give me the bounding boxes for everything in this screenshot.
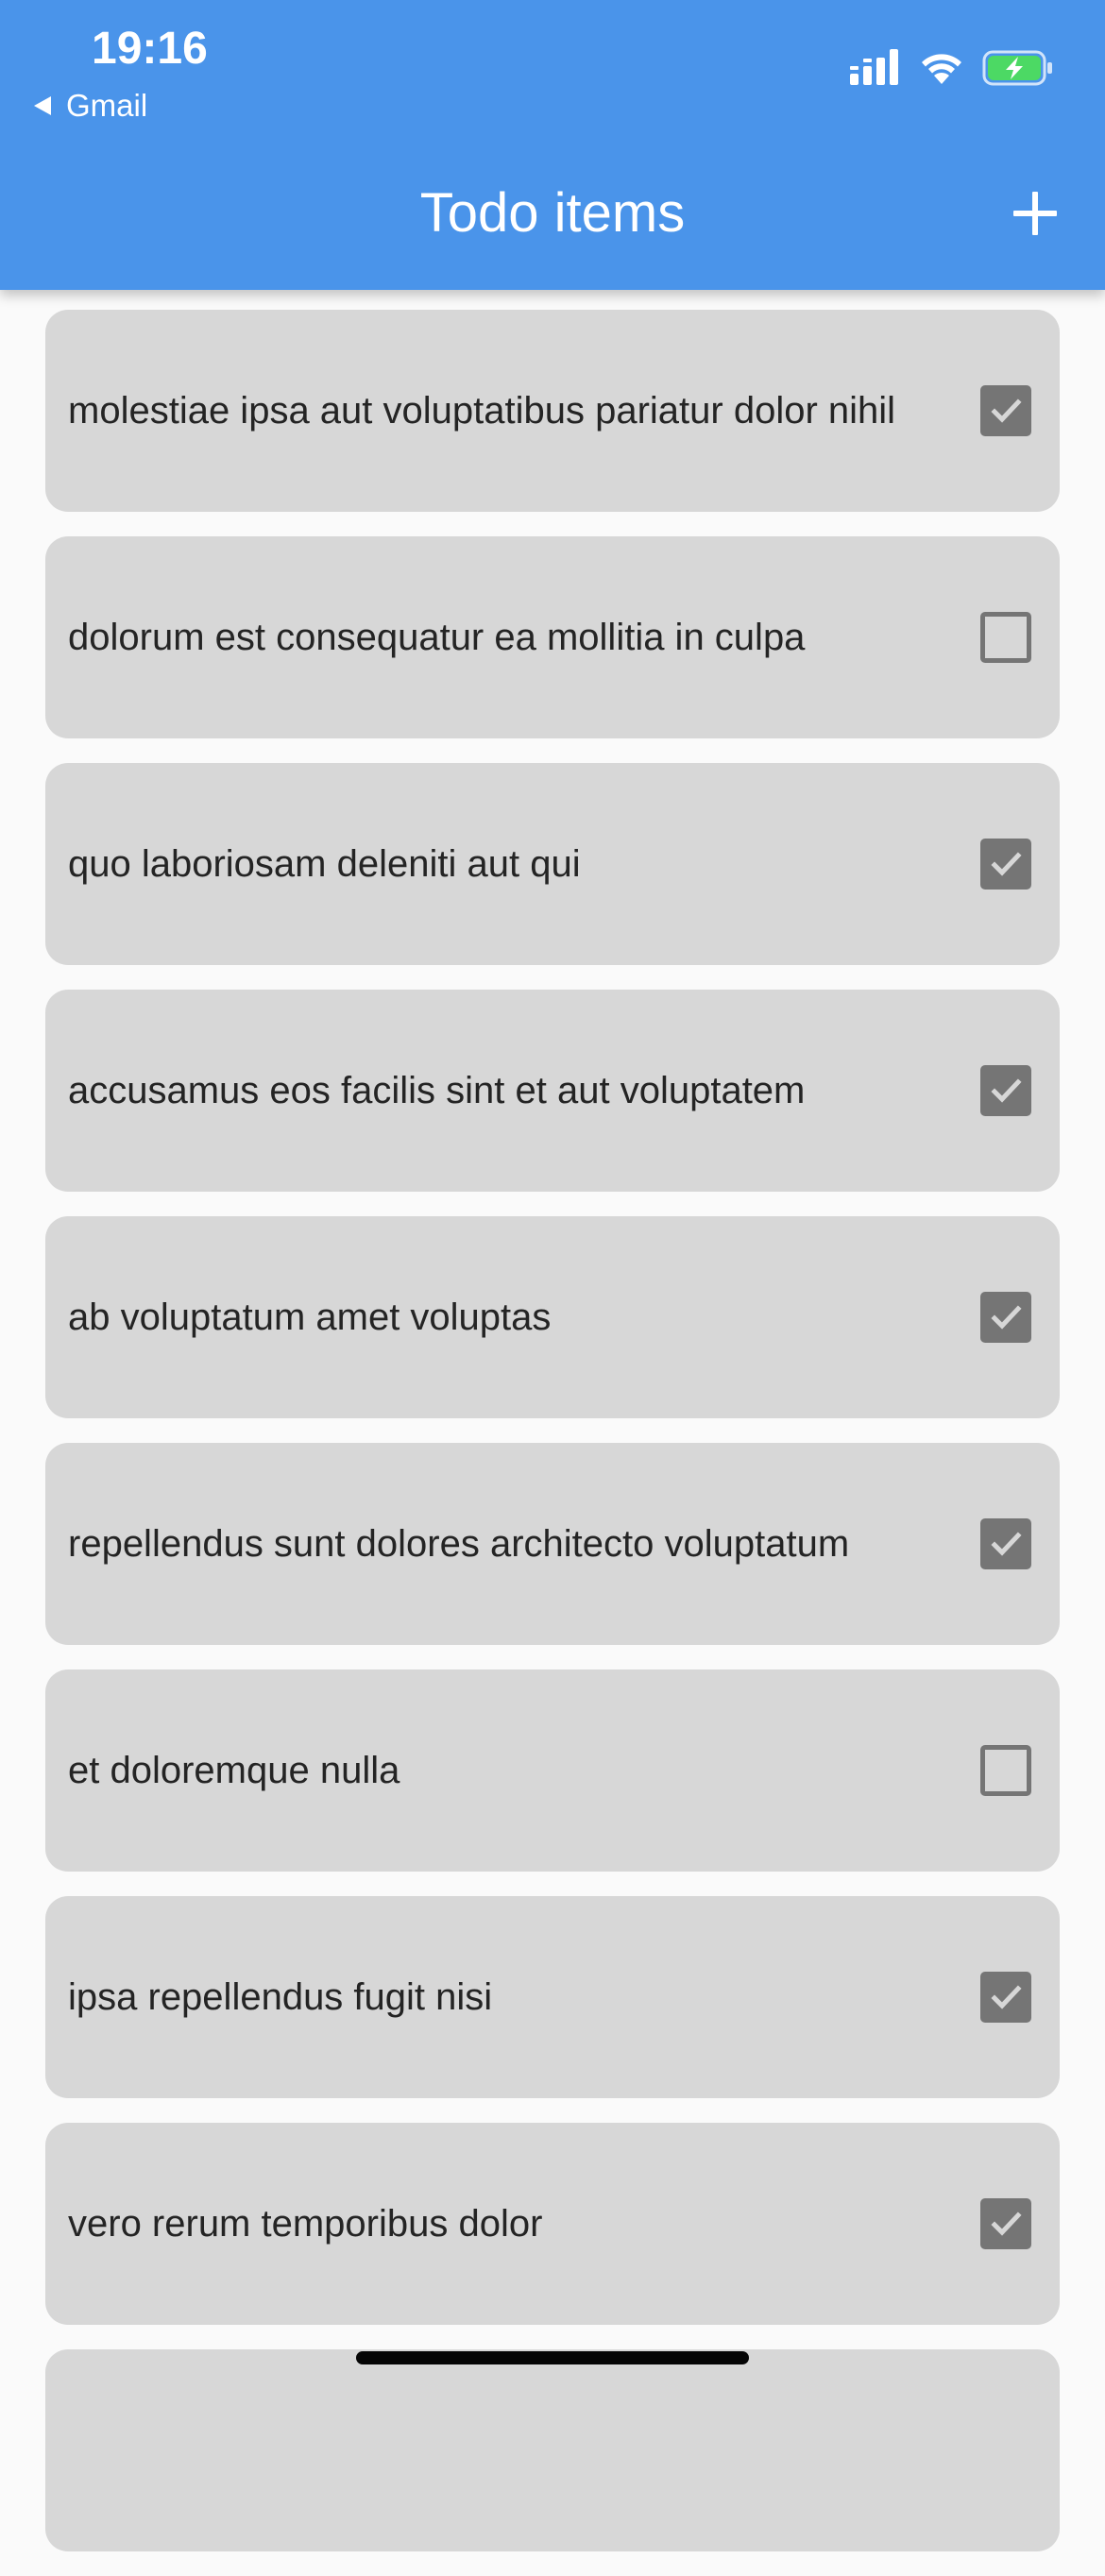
todo-title: ipsa repellendus fugit nisi <box>68 1976 493 2018</box>
back-app-label: Gmail <box>66 88 148 123</box>
todo-title: molestiae ipsa aut voluptatibus pariatur… <box>68 390 896 432</box>
status-icons <box>850 49 1054 87</box>
todo-title: quo laboriosam deleniti aut qui <box>68 843 581 885</box>
plus-icon <box>1013 192 1057 235</box>
cellular-signal-icon <box>850 49 898 85</box>
app-bar: 19:16 Gmail Todo items <box>0 0 1105 290</box>
todo-title: vero rerum temporibus dolor <box>68 2203 543 2245</box>
page-title: Todo items <box>419 182 686 244</box>
todo-item[interactable]: vero rerum temporibus dolor <box>45 2123 1060 2325</box>
checkmark-icon <box>991 398 1022 423</box>
checkmark-icon <box>991 852 1022 876</box>
todo-checkbox[interactable] <box>980 2198 1031 2249</box>
checkmark-icon <box>991 2212 1022 2236</box>
back-triangle-icon <box>34 96 51 115</box>
todo-item[interactable]: repellendus sunt dolores architecto volu… <box>45 1443 1060 1645</box>
todo-item[interactable]: ipsa repellendus fugit nisi <box>45 1896 1060 2098</box>
todo-list: molestiae ipsa aut voluptatibus pariatur… <box>45 310 1060 2576</box>
todo-checkbox[interactable] <box>980 612 1031 663</box>
todo-checkbox[interactable] <box>980 1518 1031 1569</box>
todo-item[interactable]: molestiae ipsa aut voluptatibus pariatur… <box>45 310 1060 512</box>
checkmark-icon <box>991 1078 1022 1103</box>
todo-title: accusamus eos facilis sint et aut volupt… <box>68 1070 806 1111</box>
todo-item[interactable]: accusamus eos facilis sint et aut volupt… <box>45 990 1060 1192</box>
home-indicator <box>356 2351 749 2364</box>
todo-checkbox[interactable] <box>980 1065 1031 1116</box>
todo-item[interactable]: ab voluptatum amet voluptas <box>45 1216 1060 1418</box>
todo-item-partial[interactable] <box>45 2349 1060 2551</box>
checkmark-icon <box>991 1305 1022 1330</box>
wifi-icon <box>922 54 961 84</box>
status-time: 19:16 <box>92 24 208 74</box>
checkmark-icon <box>991 1532 1022 1556</box>
todo-title: ab voluptatum amet voluptas <box>68 1296 552 1338</box>
back-to-app-button[interactable]: Gmail <box>34 85 147 127</box>
todo-title: repellendus sunt dolores architecto volu… <box>68 1523 850 1565</box>
todo-title: dolorum est consequatur ea mollitia in c… <box>68 617 806 658</box>
checkmark-icon <box>991 1985 1022 2009</box>
todo-item[interactable]: dolorum est consequatur ea mollitia in c… <box>45 536 1060 738</box>
todo-item[interactable]: et doloremque nulla <box>45 1669 1060 1872</box>
todo-checkbox[interactable] <box>980 1972 1031 2023</box>
todo-checkbox[interactable] <box>980 385 1031 436</box>
battery-charging-icon <box>982 50 1052 86</box>
todo-item[interactable]: quo laboriosam deleniti aut qui <box>45 763 1060 965</box>
todo-title: et doloremque nulla <box>68 1750 400 1791</box>
add-todo-button[interactable] <box>995 174 1075 253</box>
todo-checkbox[interactable] <box>980 839 1031 890</box>
todo-checkbox[interactable] <box>980 1292 1031 1343</box>
todo-checkbox[interactable] <box>980 1745 1031 1796</box>
